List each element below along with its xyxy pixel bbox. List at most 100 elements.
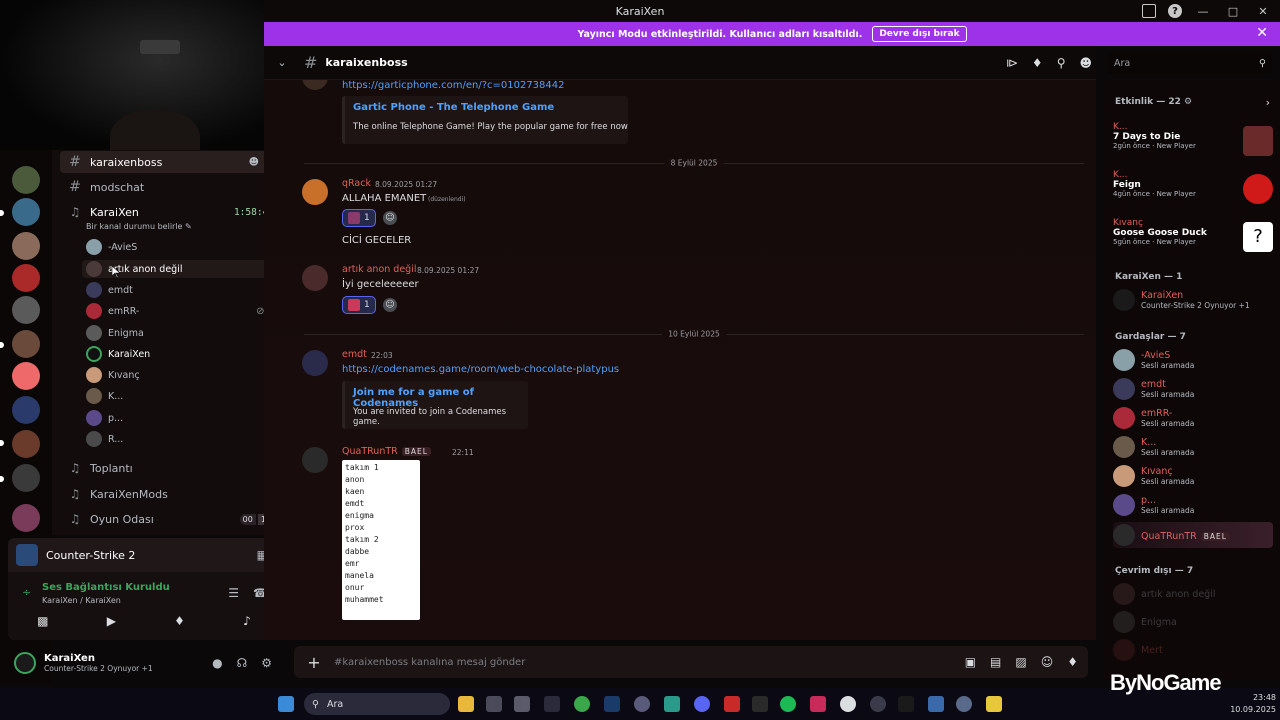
server-icon[interactable] xyxy=(12,232,40,260)
member-item[interactable]: KaraiXen Counter-Strike 2 Oynuyor +1 xyxy=(1113,287,1273,313)
message-author[interactable]: artık anon değil xyxy=(342,264,417,275)
avatar[interactable] xyxy=(302,350,328,376)
server-icon[interactable] xyxy=(12,504,40,532)
notepad-screenshot[interactable]: takım 1 anon kaen emdt enigma prox takım… xyxy=(342,460,420,620)
member-item[interactable]: artık anon değil xyxy=(1113,581,1273,607)
close-icon[interactable]: ✕ xyxy=(1256,25,1268,41)
voice-channel-karaixenmods[interactable]: ♫ KaraiXenMods xyxy=(60,483,282,505)
member-item[interactable]: Kıvanç Sesli aramada xyxy=(1113,463,1273,489)
server-icon[interactable] xyxy=(12,296,40,324)
message-composer[interactable]: + #karaixenboss kanalına mesaj gönder ▣ … xyxy=(294,646,1088,678)
message-list[interactable]: https://garticphone.com/en/?c=0102738442… xyxy=(264,80,1096,640)
system-clock[interactable]: 23:48 10.09.2025 xyxy=(1230,692,1276,716)
server-icon[interactable] xyxy=(12,330,40,358)
app-icon[interactable] xyxy=(986,696,1002,712)
message-author[interactable]: QuaTRunTR BAEL xyxy=(342,446,431,457)
app-icon[interactable] xyxy=(724,696,740,712)
maximize-button[interactable]: □ xyxy=(1224,3,1242,19)
disable-streamer-mode-button[interactable]: Devre dışı bırak xyxy=(872,26,967,42)
add-reaction-icon[interactable]: ☺ xyxy=(383,298,397,312)
channel-status-hint[interactable]: Bir kanal durumu belirle ✎ xyxy=(86,222,192,231)
search-input[interactable]: Ara ⚲ xyxy=(1108,52,1272,74)
app-icon[interactable] xyxy=(634,696,650,712)
app-icon[interactable] xyxy=(544,696,560,712)
emoji-icon[interactable]: ☺ xyxy=(1041,655,1054,669)
app-icon[interactable] xyxy=(928,696,944,712)
member-list-icon[interactable]: ☻ xyxy=(1079,56,1092,70)
message-link[interactable]: https://garticphone.com/en/?c=0102738442 xyxy=(342,80,565,91)
voice-user[interactable]: Enigma xyxy=(86,324,276,342)
voice-user[interactable]: emRR- ⊘ ⊘ xyxy=(86,302,276,320)
voice-connected-label[interactable]: Ses Bağlantısı Kuruldu xyxy=(42,582,170,593)
embed-title[interactable]: Join me for a game of Codenames xyxy=(353,387,528,409)
message-author[interactable]: emdt xyxy=(342,349,367,360)
user-info[interactable]: KaraiXen Counter-Strike 2 Oynuyor +1 xyxy=(44,653,153,673)
app-icon[interactable] xyxy=(870,696,886,712)
activity-card[interactable]: K... Feign 4gün önce · New Player xyxy=(1113,170,1273,204)
close-window-button[interactable]: ✕ xyxy=(1254,3,1272,19)
reaction[interactable]: 1 xyxy=(342,209,376,227)
noise-suppression-icon[interactable]: ☰ xyxy=(228,586,239,600)
gif-icon[interactable]: ▤ xyxy=(990,655,1001,669)
avatar[interactable] xyxy=(302,179,328,205)
voice-user[interactable]: Kıvanç xyxy=(86,366,276,384)
voice-channel-path[interactable]: KaraiXen / KaraiXen xyxy=(42,596,121,605)
gift-icon[interactable]: ▣ xyxy=(965,655,976,669)
app-icon[interactable] xyxy=(664,696,680,712)
app-icon[interactable] xyxy=(810,696,826,712)
server-icon[interactable] xyxy=(12,430,40,458)
app-icon[interactable] xyxy=(514,696,530,712)
member-item[interactable]: K... Sesli aramada xyxy=(1113,434,1273,460)
inbox-icon[interactable] xyxy=(1142,4,1156,18)
threads-icon[interactable]: ⧐ xyxy=(1006,56,1018,70)
file-explorer-icon[interactable] xyxy=(458,696,474,712)
member-item[interactable]: QuaTRunTR BAEL xyxy=(1113,522,1273,548)
server-icon[interactable] xyxy=(12,396,40,424)
steam-icon[interactable] xyxy=(604,696,620,712)
discord-icon[interactable] xyxy=(694,696,710,712)
chrome-icon[interactable] xyxy=(574,696,590,712)
help-icon[interactable]: ? xyxy=(1168,4,1182,18)
channel-karaixenboss[interactable]: # karaixenboss ☻ ⚙ xyxy=(60,151,282,173)
apps-icon[interactable]: ♦ xyxy=(1067,655,1078,669)
windows-start-icon[interactable] xyxy=(278,696,294,712)
gear-icon[interactable]: ⚙ xyxy=(261,656,272,670)
voice-user[interactable]: K... xyxy=(86,387,276,405)
add-attachment-icon[interactable]: + xyxy=(294,653,334,672)
member-item[interactable]: Enigma xyxy=(1113,609,1273,635)
voice-user[interactable]: KaraiXen xyxy=(86,345,276,363)
server-icon[interactable] xyxy=(12,362,40,390)
app-icon[interactable] xyxy=(956,696,972,712)
activity-card[interactable]: Kıvanç Goose Goose Duck 5gün önce · New … xyxy=(1113,218,1273,252)
avatar[interactable] xyxy=(302,447,328,473)
chevron-right-icon[interactable]: › xyxy=(1266,96,1270,109)
minimize-button[interactable]: — xyxy=(1194,3,1212,19)
microphone-icon[interactable]: ● xyxy=(212,656,222,670)
voice-channel-oyun-odasi[interactable]: ♫ Oyun Odası 0010 xyxy=(60,508,282,530)
headphones-icon[interactable]: ☊ xyxy=(237,656,248,670)
epic-games-icon[interactable] xyxy=(752,696,768,712)
member-item[interactable]: p... Sesli aramada xyxy=(1113,492,1273,518)
voice-channel-toplanti[interactable]: ♫ Toplantı xyxy=(60,457,282,479)
reaction[interactable]: 1 xyxy=(342,296,376,314)
avatar[interactable] xyxy=(302,80,328,90)
embed-title[interactable]: Gartic Phone - The Telephone Game xyxy=(353,102,554,113)
channel-modschat[interactable]: # modschat xyxy=(60,176,282,198)
message-author[interactable]: qRack xyxy=(342,178,371,189)
voice-user[interactable]: R... ⊘ xyxy=(86,430,276,448)
voice-user[interactable]: -AvieS xyxy=(86,238,276,256)
taskbar-search[interactable]: ⚲ Ara xyxy=(304,693,450,715)
activity-panel[interactable]: Counter-Strike 2 ▦ xyxy=(8,538,280,572)
server-icon[interactable] xyxy=(12,264,40,292)
avatar[interactable] xyxy=(14,652,36,674)
message-link[interactable]: https://codenames.game/room/web-chocolat… xyxy=(342,364,619,375)
chatgpt-icon[interactable] xyxy=(840,696,856,712)
screen-share-icon[interactable]: ▶ xyxy=(107,614,116,628)
bell-icon[interactable]: ♦ xyxy=(1032,56,1043,70)
voice-user[interactable]: p... xyxy=(86,409,276,427)
avatar[interactable] xyxy=(302,265,328,291)
camera-off-icon[interactable]: ▩ xyxy=(37,614,48,628)
sticker-icon[interactable]: ▨ xyxy=(1015,655,1026,669)
app-icon[interactable] xyxy=(486,696,502,712)
pin-icon[interactable]: ⚲ xyxy=(1057,56,1066,70)
